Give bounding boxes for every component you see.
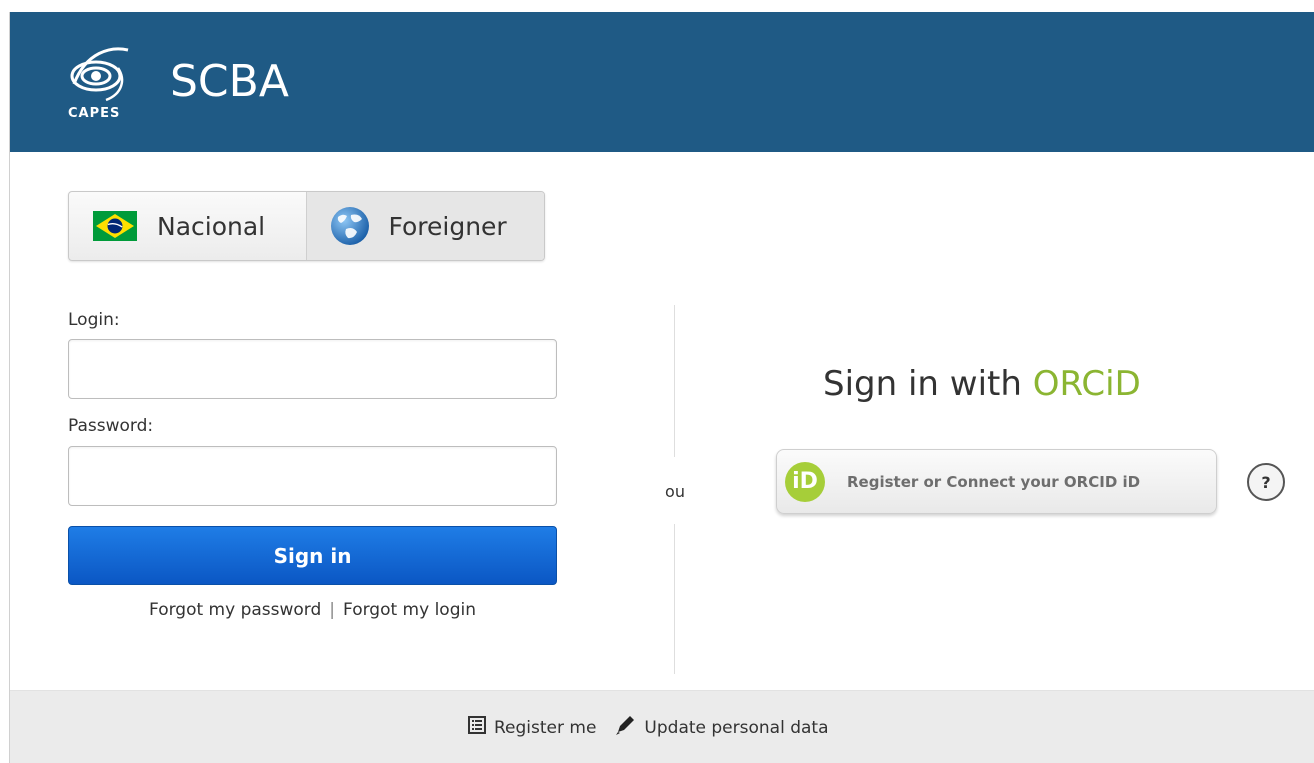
login-label: Login:	[68, 310, 120, 330]
orcid-connect-button[interactable]: iD Register or Connect your ORCID iD	[776, 449, 1217, 514]
app-title: SCBA	[170, 56, 289, 107]
register-me-label: Register me	[494, 717, 597, 738]
forgot-password-link[interactable]: Forgot my password	[149, 600, 321, 620]
orcid-connect-label: Register or Connect your ORCID iD	[847, 472, 1141, 491]
divider-line-top	[674, 305, 675, 457]
capes-emblem-icon	[70, 47, 129, 102]
tab-nacional[interactable]: Nacional	[69, 192, 307, 260]
orcid-id-icon: iD	[785, 461, 825, 502]
password-label: Password:	[68, 416, 154, 436]
header-bar: CAPES SCBA	[10, 12, 1314, 152]
capes-logo[interactable]: CAPES	[66, 42, 156, 138]
tab-foreigner[interactable]: Foreigner	[306, 192, 544, 260]
top-strip	[0, 0, 1314, 12]
help-button[interactable]: ?	[1247, 463, 1285, 501]
forgot-login-link[interactable]: Forgot my login	[343, 600, 476, 620]
forgot-links: Forgot my password | Forgot my login	[68, 600, 557, 620]
globe-icon	[329, 205, 371, 247]
capes-label: CAPES	[68, 106, 121, 121]
signin-button[interactable]: Sign in	[68, 526, 557, 585]
update-personal-data-link[interactable]: Update personal data	[614, 714, 829, 741]
brazil-flag-icon	[93, 211, 137, 241]
footer-bar: Register me Update personal data	[10, 690, 1314, 763]
orcid-brand-text: ORCiD	[1032, 364, 1141, 404]
link-separator: |	[329, 600, 336, 620]
tab-foreigner-label: Foreigner	[388, 211, 507, 241]
register-me-link[interactable]: Register me	[468, 716, 596, 739]
login-type-tabs: Nacional Foreigner	[68, 191, 545, 261]
or-separator: ou	[665, 482, 685, 501]
password-input[interactable]	[68, 446, 557, 506]
divider-line-bottom	[674, 524, 675, 674]
orcid-heading-prefix: Sign in with	[823, 364, 1022, 404]
update-personal-data-label: Update personal data	[644, 717, 829, 738]
pencil-icon	[614, 714, 636, 741]
tab-nacional-label: Nacional	[157, 211, 266, 241]
footer-links: Register me Update personal data	[468, 714, 829, 741]
list-icon	[468, 716, 486, 739]
orcid-heading: Sign in with ORCiD	[823, 364, 1141, 404]
login-input[interactable]	[68, 339, 557, 399]
